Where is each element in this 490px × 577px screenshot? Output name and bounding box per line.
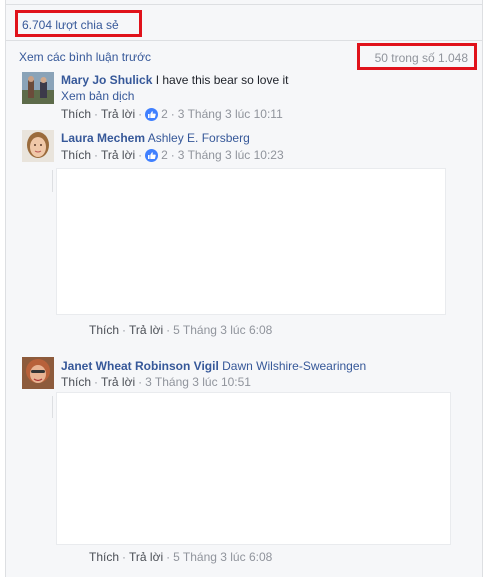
comment-timestamp[interactable]: 3 Tháng 3 lúc 10:11 [178, 107, 283, 121]
reply-link[interactable]: Trả lời [101, 148, 135, 162]
reply-timestamp[interactable]: 5 Tháng 3 lúc 6:08 [173, 550, 272, 564]
view-previous-comments-link[interactable]: Xem các bình luận trước [19, 50, 151, 64]
comment-body: Mary Jo Shulick I have this bear so love… [61, 72, 288, 88]
reply-link[interactable]: Trả lời [101, 375, 135, 389]
comment-timestamp[interactable]: 3 Tháng 3 lúc 10:51 [145, 375, 251, 389]
comment-author-link[interactable]: Laura Mechem [61, 131, 145, 145]
reply-actions: Thích · Trả lời · 5 Tháng 3 lúc 6:08 [89, 323, 273, 337]
tagged-user-link[interactable]: Ashley E. Forsberg [148, 131, 250, 145]
avatar[interactable] [22, 357, 54, 389]
comment-body: Janet Wheat Robinson Vigil Dawn Wilshire… [61, 358, 366, 374]
comment-actions: Thích · Trả lời · 2 · 3 Tháng 3 lúc 10:1… [61, 107, 283, 121]
reaction-count[interactable]: 2 [161, 107, 168, 121]
divider [6, 40, 482, 41]
comment-count-highlight-box: 50 trong số 1.048 [357, 43, 477, 70]
comment-attachment[interactable] [56, 392, 451, 545]
comment-actions: Thích · Trả lời · 2 · 3 Tháng 3 lúc 10:2… [61, 148, 284, 162]
like-link[interactable]: Thích [89, 323, 119, 337]
shares-highlight-box: 6.704 lượt chia sẻ [15, 10, 142, 37]
like-link[interactable]: Thích [61, 107, 91, 121]
thread-line [52, 170, 53, 192]
comment-body: Laura Mechem Ashley E. Forsberg [61, 130, 250, 146]
comment-attachment[interactable] [56, 168, 446, 315]
comment-author-link[interactable]: Mary Jo Shulick [61, 73, 152, 87]
shares-count-link[interactable]: 6.704 lượt chia sẻ [22, 18, 119, 32]
like-link[interactable]: Thích [89, 550, 119, 564]
reply-actions: Thích · Trả lời · 5 Tháng 3 lúc 6:08 [89, 550, 273, 564]
like-link[interactable]: Thích [61, 148, 91, 162]
comment-actions: Thích · Trả lời · 3 Tháng 3 lúc 10:51 [61, 375, 251, 389]
comment-text: I have this bear so love it [155, 73, 289, 87]
reply-link[interactable]: Trả lời [129, 550, 163, 564]
tagged-user-link[interactable]: Dawn Wilshire-Swearingen [222, 359, 366, 373]
like-link[interactable]: Thích [61, 375, 91, 389]
reaction-count[interactable]: 2 [161, 148, 168, 162]
divider [6, 4, 482, 5]
comment-count: 50 trong số 1.048 [374, 51, 468, 65]
reply-link[interactable]: Trả lời [129, 323, 163, 337]
reply-link[interactable]: Trả lời [101, 107, 135, 121]
like-reaction-icon [145, 107, 159, 121]
avatar[interactable] [22, 130, 54, 162]
see-translation-link[interactable]: Xem bản dịch [61, 88, 134, 104]
like-reaction-icon [145, 148, 159, 162]
comment-author-link[interactable]: Janet Wheat Robinson Vigil [61, 359, 219, 373]
thread-line [52, 396, 53, 418]
avatar[interactable] [22, 72, 54, 104]
comment-timestamp[interactable]: 3 Tháng 3 lúc 10:23 [178, 148, 284, 162]
reply-timestamp[interactable]: 5 Tháng 3 lúc 6:08 [173, 323, 272, 337]
